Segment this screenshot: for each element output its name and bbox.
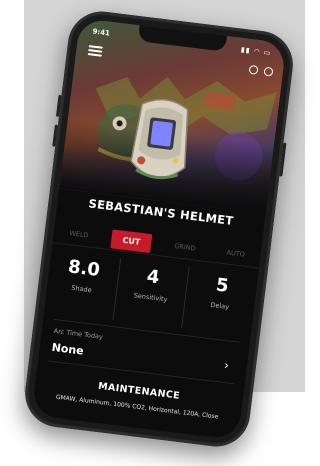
metric-shade[interactable]: 8.0 Shade — [44, 250, 121, 321]
status-time: 9:41 — [92, 27, 111, 38]
status-icons: ▮▮ ◠ ▭ — [240, 45, 272, 58]
notification-icon[interactable] — [263, 66, 274, 77]
metric-delay[interactable]: 5 Delay — [182, 267, 258, 337]
app-screen: 9:41 ▮▮ ◠ ▭ SEBASTIAN'S HELMET WELD CUT … — [31, 17, 287, 441]
tab-cut[interactable]: CUT — [110, 228, 153, 253]
tab-grind[interactable]: GRIND — [165, 235, 205, 259]
tab-weld[interactable]: WELD — [60, 222, 97, 246]
arc-time-label: Arc Time Today — [53, 326, 104, 341]
sensitivity-label: Sensitivity — [133, 291, 168, 304]
shade-label: Shade — [70, 283, 93, 295]
bluetooth-icon[interactable] — [248, 64, 259, 75]
delay-label: Delay — [210, 300, 230, 312]
tab-auto[interactable]: AUTO — [217, 242, 253, 266]
arc-time-value: None — [50, 340, 85, 358]
menu-icon[interactable] — [87, 45, 103, 57]
sensitivity-value: 4 — [145, 265, 161, 289]
shade-value: 8.0 — [66, 256, 102, 282]
metric-sensitivity[interactable]: 4 Sensitivity — [113, 258, 190, 329]
delay-value: 5 — [214, 274, 230, 297]
helmet-illustration — [130, 98, 189, 180]
helmet-hero-image: 9:41 ▮▮ ◠ ▭ — [59, 17, 287, 214]
chevron-right-icon[interactable]: › — [223, 358, 229, 372]
